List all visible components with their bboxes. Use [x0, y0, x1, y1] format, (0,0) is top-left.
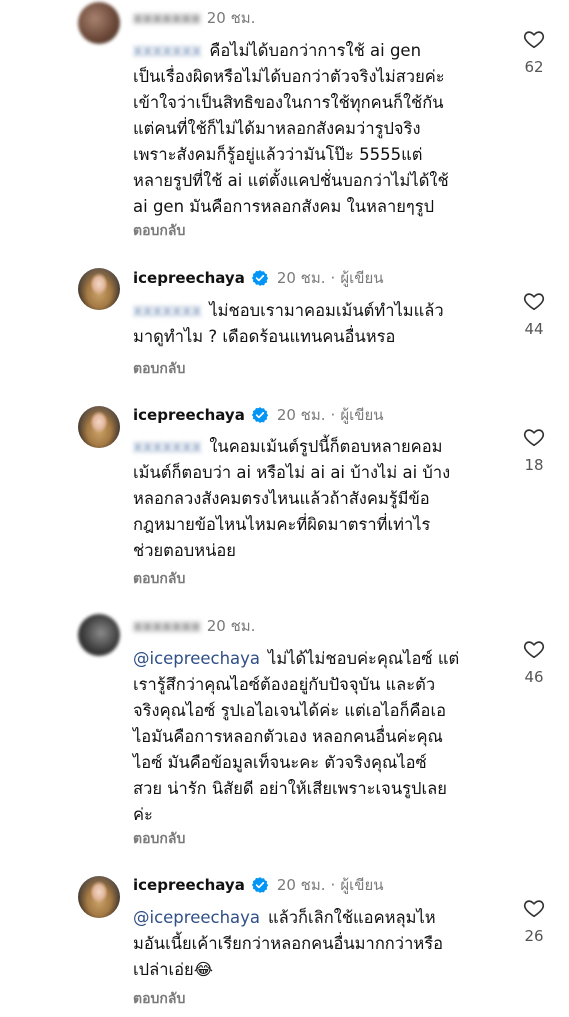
comment-line: ช่วยตอบหน่อย	[133, 541, 236, 560]
like-control: 62	[514, 28, 554, 76]
comment-line: ai gen มันคือการหลอกสังคม ในหลายๆรูป	[133, 197, 435, 216]
comment-text: xxxxxxx ในคอมเม้นต์รูปนี้ก็ตอบหลายคอม เม้…	[133, 434, 493, 564]
author-tag: ผู้เขียน	[340, 406, 384, 424]
avatar[interactable]	[78, 876, 120, 918]
comment-header: icepreechaya 20 ชม. · ผู้เขียน	[133, 403, 384, 427]
heart-icon[interactable]	[523, 28, 545, 50]
comment-line: ไม่ชอบเรามาคอมเม้นต์ทำไมแล้ว	[209, 301, 444, 320]
like-control: 18	[514, 426, 554, 474]
comment-line: เปล่าเอ่ย😂	[133, 960, 213, 979]
heart-icon[interactable]	[523, 290, 545, 312]
author-tag: ผู้เขียน	[340, 876, 384, 894]
heart-icon[interactable]	[523, 426, 545, 448]
comment-text: @icepreechaya ไม่ได้ไม่ชอบค่ะคุณไอซ์ แต่ …	[133, 646, 493, 828]
like-count: 46	[524, 668, 544, 686]
like-control: 44	[514, 290, 554, 338]
reply-button[interactable]: ตอบกลับ	[133, 828, 185, 850]
username[interactable]: icepreechaya	[133, 269, 245, 287]
reply-button[interactable]: ตอบกลับ	[133, 220, 185, 242]
timestamp: 20 ชม.	[206, 9, 256, 27]
comment-line: เพราะสังคมก็รู้อยู่แล้วว่ามันโป๊ะ 5555แต…	[133, 145, 423, 164]
mention[interactable]: @icepreechaya	[133, 908, 260, 927]
mention[interactable]: xxxxxxx	[133, 41, 201, 60]
comment-line: จริงคุณไอซ์ รูปเอไอเจนได้ค่ะ แต่เอไอก็คื…	[133, 701, 447, 720]
comment-line: ไม่ได้ไม่ชอบค่ะคุณไอซ์ แต่	[268, 649, 460, 668]
heart-icon[interactable]	[523, 638, 545, 660]
comment-header: xxxxxxx 20 ชม.	[133, 6, 255, 30]
mention[interactable]: xxxxxxx	[133, 301, 201, 320]
comment-header: xxxxxxx 20 ชม.	[133, 614, 255, 638]
comment-line: แต่คนที่ใช้ก็ไม่ได้มาหลอกสังคมว่ารูปจริง	[133, 119, 421, 138]
timestamp: 20 ชม.	[206, 617, 256, 635]
username[interactable]: xxxxxxx	[133, 9, 201, 27]
avatar[interactable]	[78, 614, 120, 656]
comment-line: ไอมันคือการหลอกตัวเอง หลอกคนอื่นค่ะคุณ	[133, 727, 443, 746]
avatar[interactable]	[78, 2, 120, 44]
comment-line: เม้นต์ก็ตอบว่า ai หรือไม่ ai ai บ้างไม่ …	[133, 463, 451, 482]
username[interactable]: icepreechaya	[133, 406, 245, 424]
like-count: 26	[524, 927, 544, 945]
verified-badge-icon	[251, 407, 269, 423]
comment-header: icepreechaya 20 ชม. · ผู้เขียน	[133, 266, 384, 290]
comment-line: ในคอมเม้นต์รูปนี้ก็ตอบหลายคอม	[209, 437, 443, 456]
author-tag: ผู้เขียน	[340, 269, 384, 287]
comment-line: เป็นเรื่องผิดหรือไม่ได้บอกว่าตัวจริงไม่ส…	[133, 67, 445, 86]
comment-line: มอันเนี้ยเค้าเรียกว่าหลอกคนอื่นมากกว่าหร…	[133, 934, 443, 953]
like-count: 44	[524, 320, 544, 338]
comment-line: หลายรูปที่ใช้ ai แต่ตั้งแคปชั่นบอกว่าไม่…	[133, 171, 449, 190]
reply-button[interactable]: ตอบกลับ	[133, 358, 185, 380]
comment-line: หลอกลวงสังคมตรงไหนแล้วถ้าสังคมรู้มีข้อ	[133, 489, 430, 508]
avatar[interactable]	[78, 268, 120, 310]
comment-text: xxxxxxx ไม่ชอบเรามาคอมเม้นต์ทำไมแล้ว มาดู…	[133, 298, 493, 350]
username[interactable]: icepreechaya	[133, 876, 245, 894]
like-control: 26	[514, 897, 554, 945]
comment-line: เรารู้สึกว่าคุณไอซ์ต้องอยู่กับปัจจุบัน แ…	[133, 675, 436, 694]
timestamp: 20 ชม.	[276, 406, 326, 424]
comment-line: มาดูทำไม ? เดือดร้อนแทนคนอื่นหรอ	[133, 327, 396, 346]
like-control: 46	[514, 638, 554, 686]
heart-icon[interactable]	[523, 897, 545, 919]
separator-dot: ·	[330, 876, 336, 894]
comment-line: สวย น่ารัก นิสัยดี อย่าให้เสียเพราะเจนรู…	[133, 779, 447, 798]
comment-text: xxxxxxx คือไม่ได้บอกว่าการใช้ ai gen เป็น…	[133, 38, 493, 220]
verified-badge-icon	[251, 270, 269, 286]
avatar[interactable]	[78, 406, 120, 448]
like-count: 62	[524, 58, 544, 76]
comment-line: แล้วก็เลิกใช้แอคหลุมไห	[268, 908, 436, 927]
mention[interactable]: xxxxxxx	[133, 437, 201, 456]
reply-button[interactable]: ตอบกลับ	[133, 988, 185, 1010]
comment-line: ไอซ์ มันคือข้อมูลเท็จนะคะ ตัวจริงคุณไอซ์	[133, 753, 427, 772]
comment-text: @icepreechaya แล้วก็เลิกใช้แอคหลุมไห มอัน…	[133, 905, 493, 983]
timestamp: 20 ชม.	[276, 269, 326, 287]
comment-line: ค่ะ	[133, 805, 153, 824]
like-count: 18	[524, 456, 544, 474]
comment-line: เข้าใจว่าเป็นสิทธิของในการใช้ทุกคนก็ใช้ก…	[133, 93, 444, 112]
separator-dot: ·	[330, 406, 336, 424]
username[interactable]: xxxxxxx	[133, 617, 201, 635]
comment-line: คือไม่ได้บอกว่าการใช้ ai gen	[209, 41, 422, 60]
mention[interactable]: @icepreechaya	[133, 649, 260, 668]
timestamp: 20 ชม.	[276, 876, 326, 894]
separator-dot: ·	[330, 269, 336, 287]
verified-badge-icon	[251, 877, 269, 893]
reply-button[interactable]: ตอบกลับ	[133, 568, 185, 590]
comment-line: กฎหมายข้อไหนไหมคะที่ผิดมาตราที่เท่าไร	[133, 515, 431, 534]
comment-header: icepreechaya 20 ชม. · ผู้เขียน	[133, 873, 384, 897]
